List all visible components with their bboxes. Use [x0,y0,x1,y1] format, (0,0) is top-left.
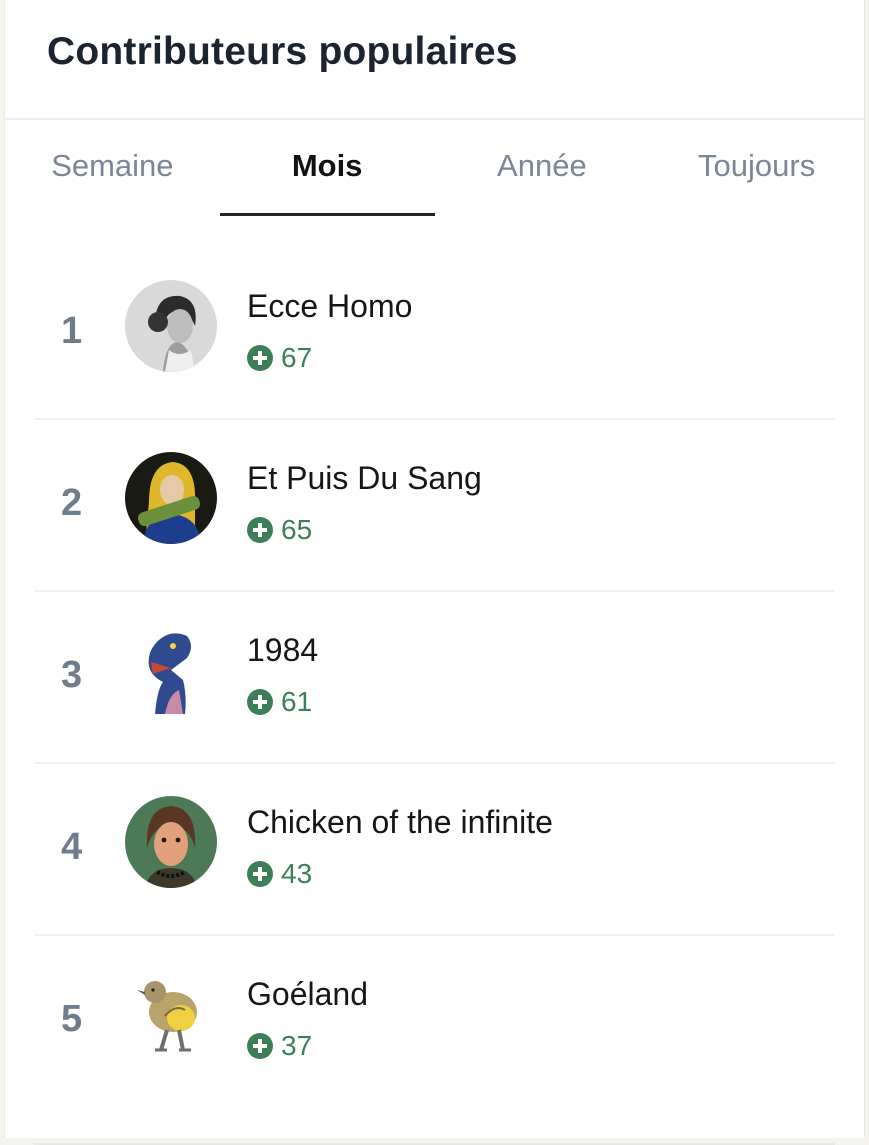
contributor-name[interactable]: Chicken of the infinite [247,804,553,841]
top-contributors-card: Contributeurs populaires Semaine Mois An… [4,0,865,1138]
score: 65 [247,514,312,546]
score-value: 43 [281,858,313,889]
list-item[interactable]: 5 Goéland 37 [35,936,835,1108]
blue-dinosaur-icon[interactable] [125,624,217,716]
tab-month[interactable]: Mois [219,120,435,216]
bird-icon[interactable] [125,968,217,1060]
contributor-name[interactable]: Goéland [247,976,368,1013]
plus-circle-icon [247,1033,273,1059]
rank-number: 2 [61,482,83,524]
score-value: 37 [281,1030,313,1061]
card-title: Contributeurs populaires [47,30,518,73]
portrait-woman-bw-icon[interactable] [125,280,217,372]
list-item[interactable]: 2 Et Puis Du Sang 65 [35,420,835,592]
rank-number: 5 [61,998,83,1040]
rank-number: 4 [61,826,83,868]
tab-week[interactable]: Semaine [5,120,220,216]
list-item[interactable]: 3 1984 61 [35,592,835,764]
list-item[interactable]: 4 Chicken of the infinite 43 [35,764,835,936]
plus-circle-icon [247,345,273,371]
contributor-name[interactable]: Et Puis Du Sang [247,460,482,497]
tab-all-time[interactable]: Toujours [649,120,864,216]
plus-circle-icon [247,689,273,715]
contributors-list: 1 Ecce Homo 67 2 Et Puis Du Sang 65 3 19… [35,248,835,1108]
tab-year[interactable]: Année [435,120,650,216]
contributor-name[interactable]: 1984 [247,632,318,669]
plus-circle-icon [247,861,273,887]
plus-circle-icon [247,517,273,543]
score-value: 67 [281,342,313,373]
score: 61 [247,686,312,718]
score-value: 61 [281,686,313,717]
score: 37 [247,1030,312,1062]
contributor-name[interactable]: Ecce Homo [247,288,412,325]
card-header: Contributeurs populaires [5,0,864,120]
list-item[interactable]: 1 Ecce Homo 67 [35,248,835,420]
score-value: 65 [281,514,313,545]
portrait-woman-painting-icon[interactable] [125,796,217,888]
score: 67 [247,342,312,374]
period-tabs: Semaine Mois Année Toujours [5,120,864,216]
rank-number: 3 [61,654,83,696]
portrait-madonna-yellow-icon[interactable] [125,452,217,544]
rank-number: 1 [61,310,83,352]
score: 43 [247,858,312,890]
